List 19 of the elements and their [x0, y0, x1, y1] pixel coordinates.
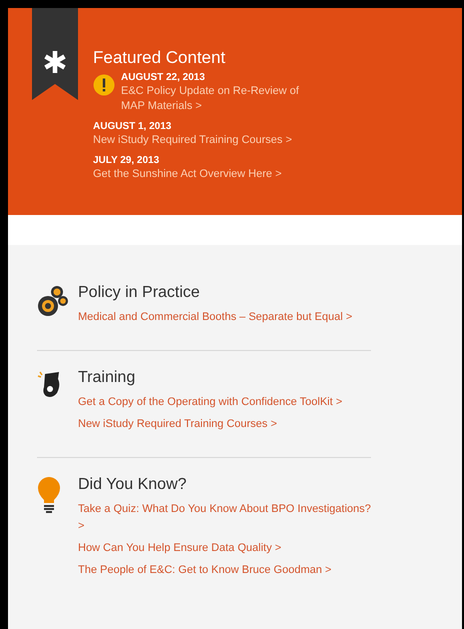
asterisk-ribbon-icon	[32, 8, 78, 100]
section-link[interactable]: Take a Quiz: What Do You Know About BPO Investigations? >	[78, 501, 378, 535]
section-link[interactable]: How Can You Help Ensure Data Quality >	[78, 540, 378, 557]
date-label: AUGUST 1, 2013	[93, 120, 172, 133]
section-title: Training	[78, 368, 136, 388]
featured-link[interactable]: E&C Policy Update on Re-Review of MAP Materials >	[121, 84, 321, 114]
gears-icon	[37, 284, 69, 318]
date-label: JULY 29, 2013	[93, 154, 160, 167]
featured-link[interactable]: Get the Sunshine Act Overview Here >	[93, 167, 282, 182]
section-title: Policy in Practice	[78, 283, 201, 303]
featured-title: Featured Content	[93, 48, 226, 68]
section-link[interactable]: New iStudy Required Training Courses >	[78, 416, 378, 433]
date-label: AUGUST 22, 2013	[121, 71, 206, 84]
section-link[interactable]: The People of E&C: Get to Know Bruce Goodman >	[78, 562, 378, 579]
lightbulb-icon	[37, 476, 61, 514]
section-link[interactable]: Medical and Commercial Booths – Separate but Equal >	[78, 309, 378, 326]
section-link[interactable]: Get a Copy of the Operating with Confidence ToolKit >	[78, 394, 378, 411]
section-title: Did You Know?	[78, 475, 188, 495]
featured-link[interactable]: New iStudy Required Training Courses >	[93, 133, 292, 148]
